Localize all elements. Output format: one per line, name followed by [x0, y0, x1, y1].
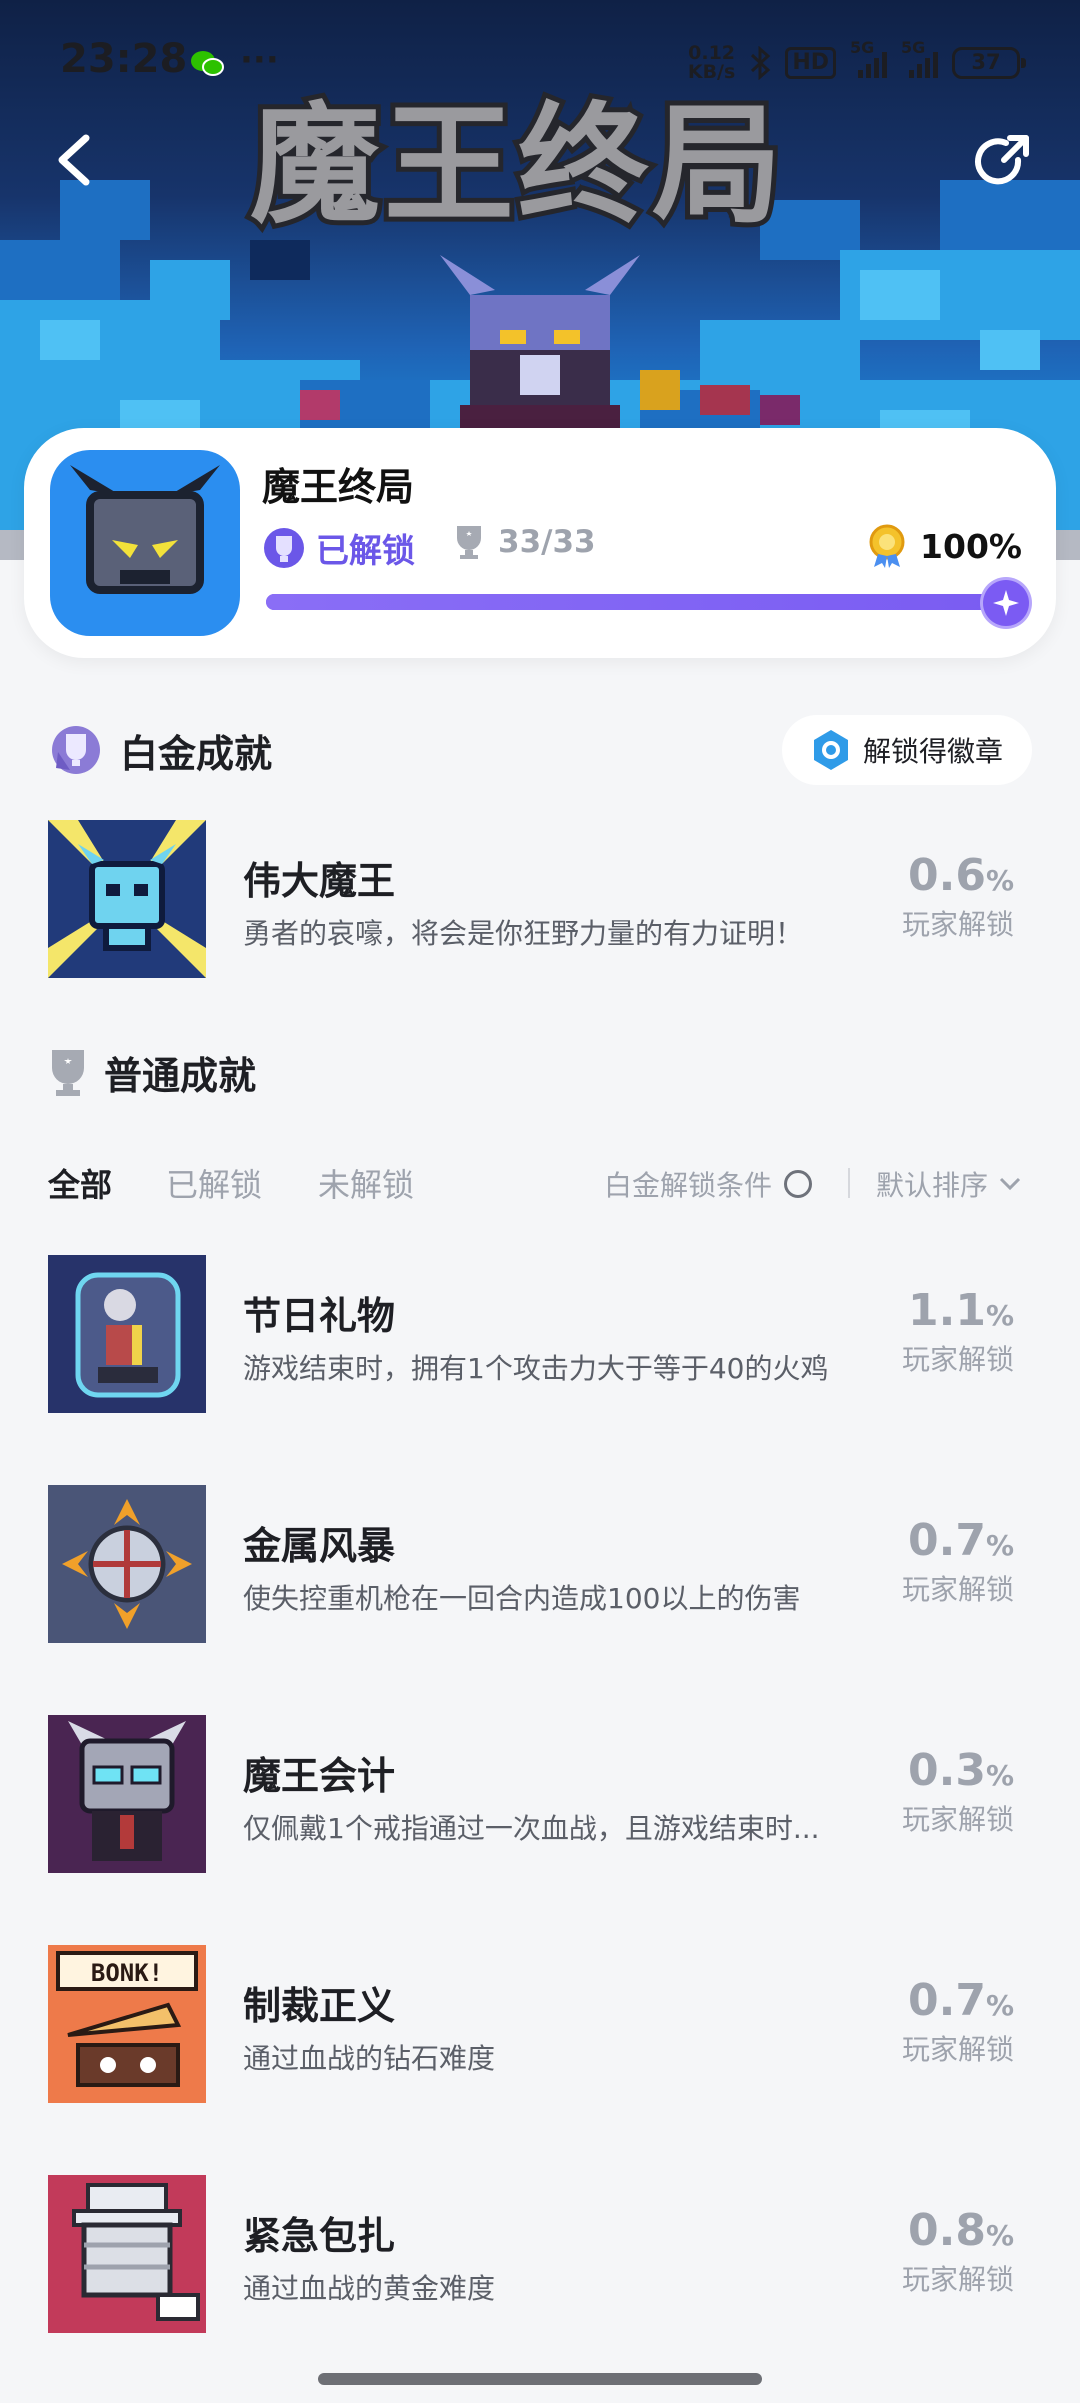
- unlock-badge-button[interactable]: 解锁得徽章: [782, 715, 1032, 785]
- achievement-rate: 0.7% 玩家解锁: [901, 1515, 1014, 1606]
- achievement-thumbnail: BONK!: [48, 1945, 206, 2103]
- trophy-icon: [457, 526, 481, 559]
- home-indicator[interactable]: [318, 2373, 762, 2385]
- badge-icon: [813, 730, 848, 770]
- platinum-section-title: 白金成就: [120, 731, 273, 776]
- achievement-item[interactable]: 魔王会计 仅佩戴1个戒指通过一次血战，且游戏结束时... 0.3% 玩家解锁: [48, 1715, 1038, 1873]
- achievement-art-text: BONK!: [91, 1959, 163, 1987]
- hero-demon-illustration: [440, 255, 640, 435]
- achievement-desc: 通过血战的黄金难度: [243, 2272, 496, 2305]
- achievement-name: 紧急包扎: [243, 2214, 396, 2258]
- achievement-thumbnail: [48, 1715, 206, 1873]
- network-speed: 0.12 KB/s: [687, 42, 736, 83]
- achievement-desc: 仅佩戴1个戒指通过一次血战，且游戏结束时...: [243, 1812, 820, 1845]
- platinum-section-header: 白金成就: [48, 722, 272, 778]
- normal-section-title: 普通成就: [104, 1054, 257, 1098]
- game-icon[interactable]: [50, 450, 240, 636]
- achievement-rate: 0.6% 玩家解锁: [901, 850, 1014, 941]
- signal-sim2: 5G: [901, 38, 938, 78]
- back-icon[interactable]: [50, 130, 100, 190]
- achievement-name: 伟大魔王: [243, 859, 396, 903]
- hd-indicator: HD: [785, 47, 836, 79]
- achievement-name: 魔王会计: [243, 1754, 396, 1798]
- radio-icon: [784, 1170, 813, 1198]
- achievement-desc: 勇者的哀嚎，将会是你狂野力量的有力证明！: [243, 917, 804, 950]
- trophy-icon: [52, 1049, 84, 1096]
- achievement-rate: 0.3% 玩家解锁: [901, 1745, 1014, 1836]
- signal-sim1: 5G: [850, 38, 887, 78]
- game-icon-art: [70, 465, 220, 594]
- achievement-thumbnail: [48, 1255, 206, 1413]
- achievement-thumbnail: [48, 2175, 206, 2333]
- achievement-name: 金属风暴: [243, 1524, 396, 1568]
- platinum-trophy-icon: [52, 726, 100, 774]
- achievement-item[interactable]: 节日礼物 游戏结束时，拥有1个攻击力大于等于40的火鸡 1.1% 玩家解锁: [48, 1255, 1038, 1413]
- achievement-thumbnail: [48, 1485, 206, 1643]
- progress-fill: [266, 594, 1006, 610]
- share-icon[interactable]: [970, 130, 1036, 196]
- platinum-condition-toggle[interactable]: 白金解锁条件: [604, 1164, 813, 1204]
- normal-section-header: 普通成就: [48, 1045, 256, 1100]
- achievement-item[interactable]: 金属风暴 使失控重机枪在一回合内造成100以上的伤害 0.7% 玩家解锁: [48, 1485, 1038, 1643]
- wechat-icon: [191, 51, 224, 76]
- status-more: ···: [240, 40, 279, 80]
- achievement-rate: 0.7% 玩家解锁: [901, 1975, 1014, 2066]
- status-time: 23:28: [60, 36, 188, 82]
- achievement-desc: 使失控重机枪在一回合内造成100以上的伤害: [243, 1582, 801, 1615]
- sparkle-icon: [993, 590, 1019, 616]
- achievement-rate: 0.8% 玩家解锁: [901, 2205, 1014, 2296]
- tab-locked[interactable]: 未解锁: [318, 1160, 414, 1206]
- achievement-filters: 全部 已解锁 未解锁 白金解锁条件 默认排序: [48, 1160, 1038, 1210]
- bluetooth-icon: [751, 46, 771, 80]
- divider: [848, 1168, 850, 1198]
- achievement-rate: 1.1% 玩家解锁: [901, 1285, 1014, 1376]
- tab-unlocked[interactable]: 已解锁: [166, 1160, 262, 1206]
- battery-indicator: 37: [952, 47, 1026, 79]
- unlock-status: 已解锁: [262, 524, 415, 572]
- completion-percent: 100%: [868, 524, 1022, 568]
- tab-all[interactable]: 全部: [48, 1160, 112, 1206]
- achievement-name: 节日礼物: [243, 1294, 396, 1338]
- achievement-name: 制裁正义: [243, 1984, 396, 2028]
- game-title: 魔王终局: [262, 465, 415, 509]
- achievement-item[interactable]: 紧急包扎 通过血战的黄金难度 0.8% 玩家解锁: [48, 2175, 1038, 2333]
- platinum-achievement-item[interactable]: 伟大魔王 勇者的哀嚎，将会是你狂野力量的有力证明！ 0.6% 玩家解锁: [48, 820, 1038, 978]
- medal-icon: [869, 524, 905, 568]
- completion-progress-bar: [266, 580, 1029, 626]
- platinum-trophy-icon: [264, 528, 304, 568]
- status-bar: 23:28 ··· 0.12 KB/s HD 5G 5G 37: [0, 0, 1080, 120]
- achievement-desc: 游戏结束时，拥有1个攻击力大于等于40的火鸡: [243, 1352, 829, 1385]
- achievement-item[interactable]: BONK! 制裁正义 通过血战的钻石难度 0.7% 玩家解锁: [48, 1945, 1038, 2103]
- achievement-thumbnail: [48, 820, 206, 978]
- trophy-count: 33/33: [454, 524, 596, 560]
- achievement-desc: 通过血战的钻石难度: [243, 2042, 496, 2075]
- progress-knob: [983, 580, 1029, 626]
- game-summary-card: 魔王终局 已解锁 33/33 100%: [24, 428, 1056, 658]
- chevron-down-icon: [999, 1177, 1021, 1191]
- sort-dropdown[interactable]: 默认排序: [876, 1164, 1022, 1204]
